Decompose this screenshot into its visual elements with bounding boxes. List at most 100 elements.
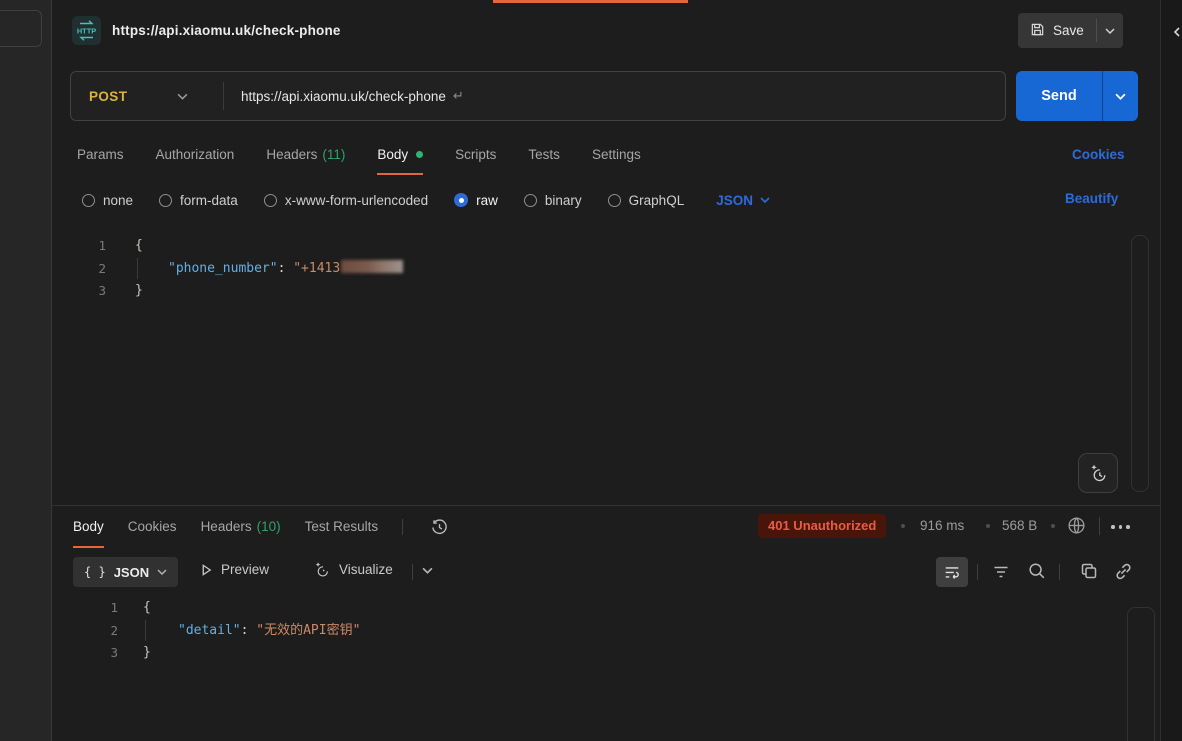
filter-icon[interactable]: [991, 562, 1011, 582]
request-line-number: 2: [62, 258, 106, 280]
response-headers-count-badge: (10): [257, 519, 281, 534]
app-window: HTTP https://api.xiaomu.uk/check-phone S…: [0, 0, 1182, 741]
tab-authorization[interactable]: Authorization: [156, 135, 235, 175]
cookies-link[interactable]: Cookies: [1072, 147, 1125, 162]
response-tab-body[interactable]: Body: [73, 506, 104, 548]
code-line: {: [135, 235, 143, 257]
sparkle-circle-icon: [312, 560, 331, 579]
divider: [1099, 517, 1100, 535]
active-tab-indicator: [493, 0, 688, 3]
save-options-chevron[interactable]: [1097, 13, 1123, 48]
search-icon[interactable]: [1027, 561, 1047, 581]
send-options-chevron[interactable]: [1103, 71, 1138, 121]
more-options-icon[interactable]: [1111, 525, 1130, 529]
radio-icon: [159, 194, 172, 207]
body-type-binary[interactable]: binary: [524, 193, 582, 208]
response-status-badge: 401 Unauthorized: [758, 514, 886, 538]
request-editor-scrollbar[interactable]: [1131, 235, 1149, 492]
code-line: }: [135, 280, 143, 302]
postbot-ai-button[interactable]: [1078, 453, 1118, 493]
body-type-options: none form-data x-www-form-urlencoded raw…: [62, 186, 770, 214]
divider: [1059, 564, 1060, 580]
code-line: }: [143, 642, 151, 664]
request-name-title: https://api.xiaomu.uk/check-phone: [112, 23, 341, 38]
sidebar-partial-item[interactable]: [0, 10, 42, 47]
response-editor-scrollbar[interactable]: [1127, 607, 1155, 741]
collapse-panel-icon[interactable]: [1171, 25, 1182, 43]
request-body-editor[interactable]: { "phone_number": "+1413 }: [130, 235, 1120, 495]
url-bar-divider: [223, 82, 224, 110]
language-selector[interactable]: JSON: [716, 193, 770, 208]
response-line-number: 2: [62, 620, 118, 642]
url-input[interactable]: https://api.xiaomu.uk/check-phone: [241, 89, 446, 104]
request-url-bar: POST https://api.xiaomu.uk/check-phone ↵: [70, 71, 1006, 121]
separator-dot: [986, 524, 990, 528]
response-tab-bar: Body Cookies Headers(10) Test Results: [62, 506, 451, 548]
tab-headers[interactable]: Headers(11): [266, 135, 345, 175]
save-split-button: Save: [1018, 13, 1123, 48]
save-button-label: Save: [1053, 23, 1084, 38]
wrap-text-button[interactable]: [936, 557, 968, 587]
response-tab-cookies[interactable]: Cookies: [128, 506, 177, 548]
network-globe-icon[interactable]: [1066, 515, 1087, 536]
separator-dot: [901, 524, 905, 528]
tab-body[interactable]: Body: [377, 135, 423, 175]
headers-count-badge: (11): [322, 147, 345, 162]
code-line: {: [143, 597, 151, 619]
link-icon[interactable]: [1113, 561, 1134, 582]
radio-icon: [264, 194, 277, 207]
response-tab-test-results[interactable]: Test Results: [305, 506, 379, 548]
sparkle-clock-icon: [1087, 462, 1109, 484]
divider: [977, 564, 978, 580]
chevron-down-icon: [760, 197, 770, 203]
method-selector[interactable]: POST: [71, 89, 177, 104]
save-icon: [1030, 22, 1045, 40]
request-line-number: 3: [62, 280, 106, 302]
save-button[interactable]: Save: [1018, 13, 1096, 48]
request-line-number: 1: [62, 235, 106, 257]
response-line-number: 1: [62, 597, 118, 619]
response-tab-headers[interactable]: Headers(10): [201, 506, 281, 548]
enter-key-hint: ↵: [453, 88, 464, 104]
code-line: "phone_number": "+1413: [168, 258, 403, 280]
copy-icon[interactable]: [1079, 561, 1099, 581]
chevron-down-icon: [157, 569, 167, 575]
response-line-number: 3: [62, 642, 118, 664]
code-line: "detail": "无效的API密钥": [178, 620, 360, 642]
left-sidebar-rail: [0, 0, 52, 741]
toolbar-chevron-down-icon[interactable]: [422, 567, 433, 574]
response-size: 568 B: [1002, 518, 1037, 533]
http-request-icon: HTTP: [72, 16, 101, 45]
body-type-form-data[interactable]: form-data: [159, 193, 238, 208]
body-type-graphql[interactable]: GraphQL: [608, 193, 685, 208]
body-type-raw[interactable]: raw: [454, 193, 498, 208]
tab-params[interactable]: Params: [77, 135, 124, 175]
send-button[interactable]: Send: [1016, 71, 1102, 121]
body-type-none[interactable]: none: [82, 193, 133, 208]
response-history-icon[interactable]: [427, 506, 451, 548]
tab-tests[interactable]: Tests: [528, 135, 560, 175]
response-body-editor[interactable]: { "detail": "无效的API密钥" }: [138, 597, 1118, 717]
beautify-link[interactable]: Beautify: [1065, 191, 1118, 206]
response-time: 916 ms: [920, 518, 964, 533]
separator-dot: [1051, 524, 1055, 528]
indent-guide: [145, 620, 146, 641]
body-type-urlencoded[interactable]: x-www-form-urlencoded: [264, 193, 428, 208]
right-sidebar-rail: [1160, 0, 1182, 741]
play-icon: [200, 563, 213, 577]
svg-text:HTTP: HTTP: [77, 27, 96, 36]
body-modified-dot: [416, 151, 423, 158]
request-tab-bar: Params Authorization Headers(11) Body Sc…: [62, 135, 641, 175]
tab-settings[interactable]: Settings: [592, 135, 641, 175]
indent-guide: [137, 258, 138, 279]
preview-button[interactable]: Preview: [200, 562, 269, 577]
tab-scripts[interactable]: Scripts: [455, 135, 496, 175]
redacted-phone-value: [341, 260, 403, 273]
response-format-selector[interactable]: { } JSON: [73, 557, 178, 587]
radio-icon: [82, 194, 95, 207]
visualize-button[interactable]: Visualize: [312, 560, 393, 579]
divider: [412, 564, 413, 580]
send-split-button: Send: [1016, 71, 1138, 121]
method-chevron-icon[interactable]: [177, 87, 223, 105]
radio-icon: [524, 194, 537, 207]
